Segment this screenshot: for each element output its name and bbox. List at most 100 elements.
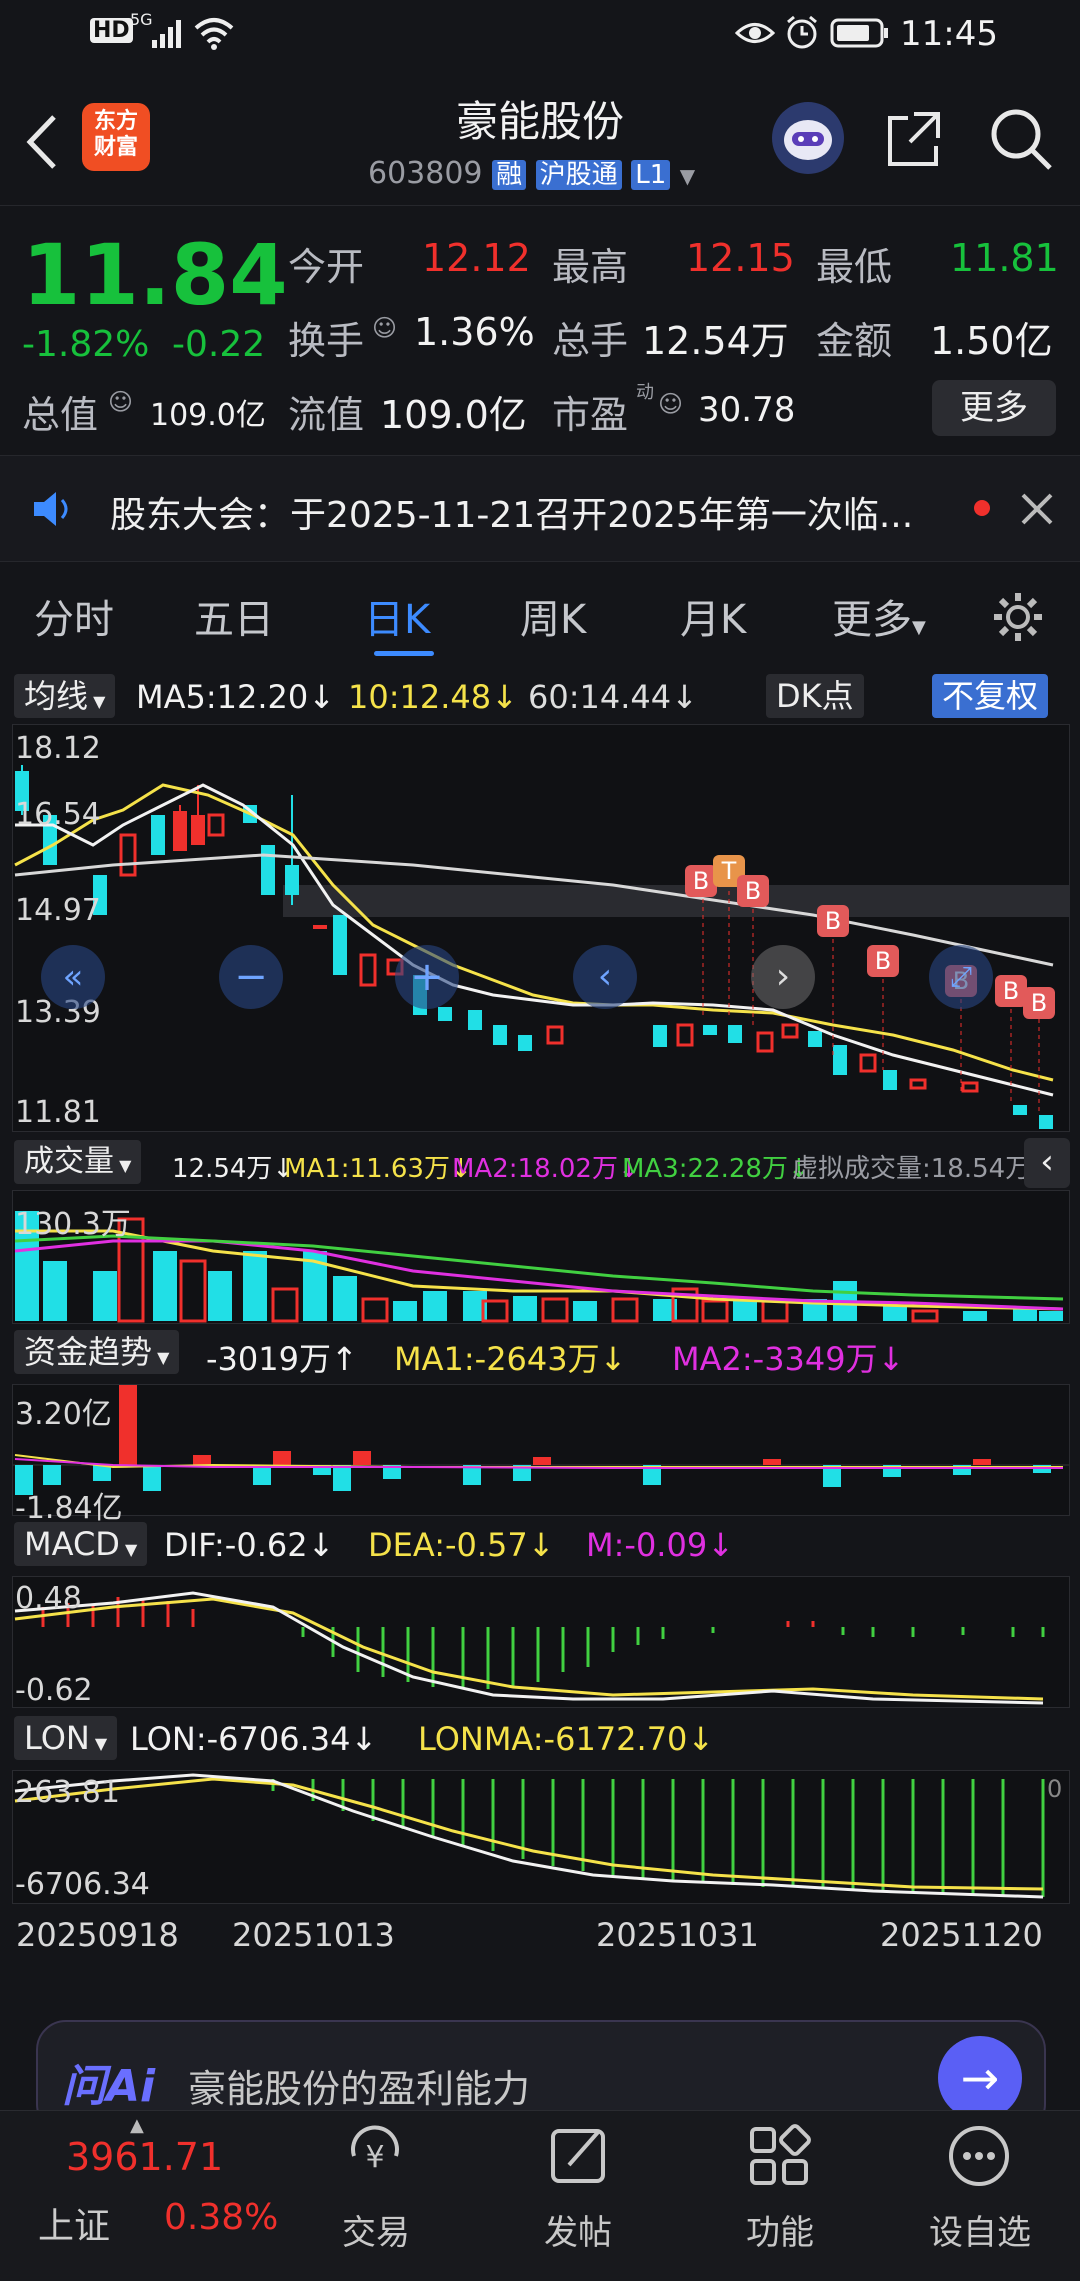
chevron-down-icon: ▼ — [912, 617, 926, 638]
lon-text: LON:-6706.34 — [130, 1720, 351, 1758]
fund-ma1: MA1:-2643万↓ — [394, 1340, 627, 1378]
y-tick: 3.20亿 — [15, 1397, 112, 1432]
vol-ma2: MA2:18.02万↓ — [452, 1154, 640, 1184]
lon-selector-label: LON — [24, 1719, 90, 1757]
trade-icon[interactable]: ¥ — [340, 2121, 410, 2191]
chevron-down-icon: ▼ — [119, 1540, 138, 1559]
amount-label: 金额 — [816, 319, 893, 363]
scroll-left-icon[interactable]: ‹ — [573, 945, 637, 1009]
nav-watchlist[interactable]: 设自选 — [910, 2205, 1050, 2254]
function-icon[interactable] — [746, 2121, 816, 2191]
kline-svg — [14, 765, 1069, 1129]
status-bar: HD 5G 11:45 — [0, 0, 1080, 70]
chevron-down-icon[interactable]: ▼ — [680, 164, 695, 188]
volume-selector-label: 成交量 — [24, 1144, 114, 1179]
fund-text: -3019万 — [206, 1340, 331, 1378]
send-arrow-icon[interactable]: → — [938, 2036, 1022, 2120]
macd-selector-label: MACD — [24, 1525, 120, 1563]
scroll-right-icon[interactable]: › — [751, 945, 815, 1009]
zoom-in-icon[interactable]: + — [395, 945, 459, 1009]
mktcap-value: 109.0亿 — [150, 398, 266, 433]
ma-selector[interactable]: 均线 ▼ — [14, 674, 116, 718]
notice-bar[interactable]: 股东大会：于2025-11-21召开2025年第一次临... — [0, 455, 1080, 562]
ma-selector-label: 均线 — [24, 677, 89, 715]
float-label: 流值 — [288, 393, 365, 437]
info-icon[interactable]: ☺ — [108, 388, 133, 416]
fund-chart[interactable]: 3.20亿 -1.84亿 — [12, 1384, 1070, 1526]
badge-hgt: 沪股通 — [535, 160, 622, 190]
vol-ma3-text: MA3:22.28万 — [622, 1154, 788, 1184]
change-pct: -1.82% — [22, 324, 150, 365]
zoom-out-icon[interactable]: − — [219, 945, 283, 1009]
dk-point-button[interactable]: DK点 — [766, 674, 864, 718]
tab-weekly-k[interactable]: 周K — [520, 587, 586, 645]
collapse-icon[interactable]: ‹ — [1024, 1138, 1070, 1188]
date-label: 20251120 — [880, 1916, 1043, 1954]
lon-selector[interactable]: LON ▼ — [14, 1716, 118, 1760]
index-ticker[interactable]: ▲ 3961.71 上证 0.38% — [0, 2111, 278, 2281]
tab-daily-k[interactable]: 日K — [364, 587, 430, 645]
kline-chart[interactable]: B T B B B B B B 18.12 16.54 14.97 13.39 … — [12, 724, 1070, 1132]
y-tick: 14.97 — [15, 893, 101, 928]
fullscreen-icon[interactable]: ⤢ — [929, 945, 993, 1009]
low-label: 最低 — [816, 245, 893, 289]
fund-ma1-text: MA1:-2643万 — [394, 1340, 600, 1378]
y-tick: -0.62 — [15, 1673, 93, 1708]
tab-more-label: 更多 — [832, 597, 912, 643]
tab-wuri[interactable]: 五日 — [194, 587, 274, 645]
unread-dot — [974, 500, 990, 516]
tab-monthly-k[interactable]: 月K — [680, 587, 746, 645]
buy-marker[interactable]: B — [737, 875, 769, 907]
close-icon[interactable] — [1020, 492, 1054, 526]
change-abs: -0.22 — [172, 324, 266, 365]
chevron-down-icon: ▼ — [152, 1348, 170, 1367]
date-axis: 20250918 20251013 20251031 20251120 — [0, 1906, 1080, 1956]
lon-chart[interactable]: 263.81 -6706.34 0 — [12, 1770, 1070, 1904]
chevron-up-icon: ▲ — [130, 2115, 144, 2136]
lonma-text: LONMA:-6172.70 — [418, 1720, 688, 1758]
open-label: 今开 — [288, 245, 365, 289]
stock-code: 603809 — [368, 156, 483, 191]
info-icon[interactable]: ☺ — [658, 390, 683, 418]
post-icon[interactable] — [545, 2121, 615, 2191]
nav-trade[interactable]: 交易 — [306, 2205, 446, 2254]
y-tick: 0 — [1047, 1775, 1063, 1803]
buy-marker[interactable]: B — [817, 905, 849, 937]
more-button[interactable]: 更多 — [932, 380, 1056, 436]
fund-row: 资金趋势 ▼ -3019万↑ MA1:-2643万↓ MA2:-3349万↓ — [0, 1326, 1080, 1378]
tab-fenshi[interactable]: 分时 — [34, 587, 114, 645]
volume-selector[interactable]: 成交量 ▼ — [14, 1140, 142, 1184]
info-icon[interactable]: ☺ — [372, 314, 397, 342]
fund-ma2-text: MA2:-3349万 — [672, 1340, 878, 1378]
buy-marker[interactable]: B — [1023, 987, 1055, 1019]
svg-text:¥: ¥ — [365, 2140, 384, 2175]
virtual-volume: 虚拟成交量:18.54万 — [792, 1154, 1032, 1184]
macd-selector[interactable]: MACD ▼ — [14, 1522, 148, 1566]
volume-row: 成交量 ▼ 12.54万↓ MA1:11.63万↓ MA2:18.02万↓ MA… — [0, 1136, 1080, 1188]
scroll-left-fast-icon[interactable]: « — [41, 945, 105, 1009]
assistant-avatar[interactable] — [772, 102, 844, 174]
pe-label: 市盈 — [552, 393, 629, 437]
buy-marker[interactable]: B — [867, 945, 899, 977]
share-icon[interactable] — [884, 108, 946, 170]
add-watchlist-icon[interactable] — [944, 2121, 1014, 2191]
date-label: 20250918 — [16, 1916, 179, 1954]
gear-icon[interactable] — [990, 589, 1046, 645]
volume-chart[interactable]: 130.3万 — [12, 1190, 1070, 1324]
volume-text: 12.54万 — [172, 1154, 273, 1184]
fund-selector[interactable]: 资金趋势 ▼ — [14, 1330, 180, 1374]
low-value: 11.81 — [950, 236, 1059, 280]
search-icon[interactable] — [988, 106, 1054, 172]
macd-chart[interactable]: 0.48 -0.62 — [12, 1576, 1070, 1708]
badge-rong: 融 — [492, 160, 527, 190]
vol-ma3: MA3:22.28万↓ — [622, 1154, 810, 1184]
signal-icon — [152, 20, 181, 48]
volume-svg — [14, 1211, 1064, 1323]
badge-l1: L1 — [631, 160, 671, 190]
tab-more[interactable]: 更多▼ — [832, 587, 926, 645]
nav-post[interactable]: 发帖 — [508, 2205, 648, 2254]
y-tick: 11.81 — [15, 1095, 101, 1130]
wifi-icon — [194, 18, 234, 50]
adjust-button[interactable]: 不复权 — [932, 674, 1049, 718]
nav-function[interactable]: 功能 — [710, 2205, 850, 2254]
